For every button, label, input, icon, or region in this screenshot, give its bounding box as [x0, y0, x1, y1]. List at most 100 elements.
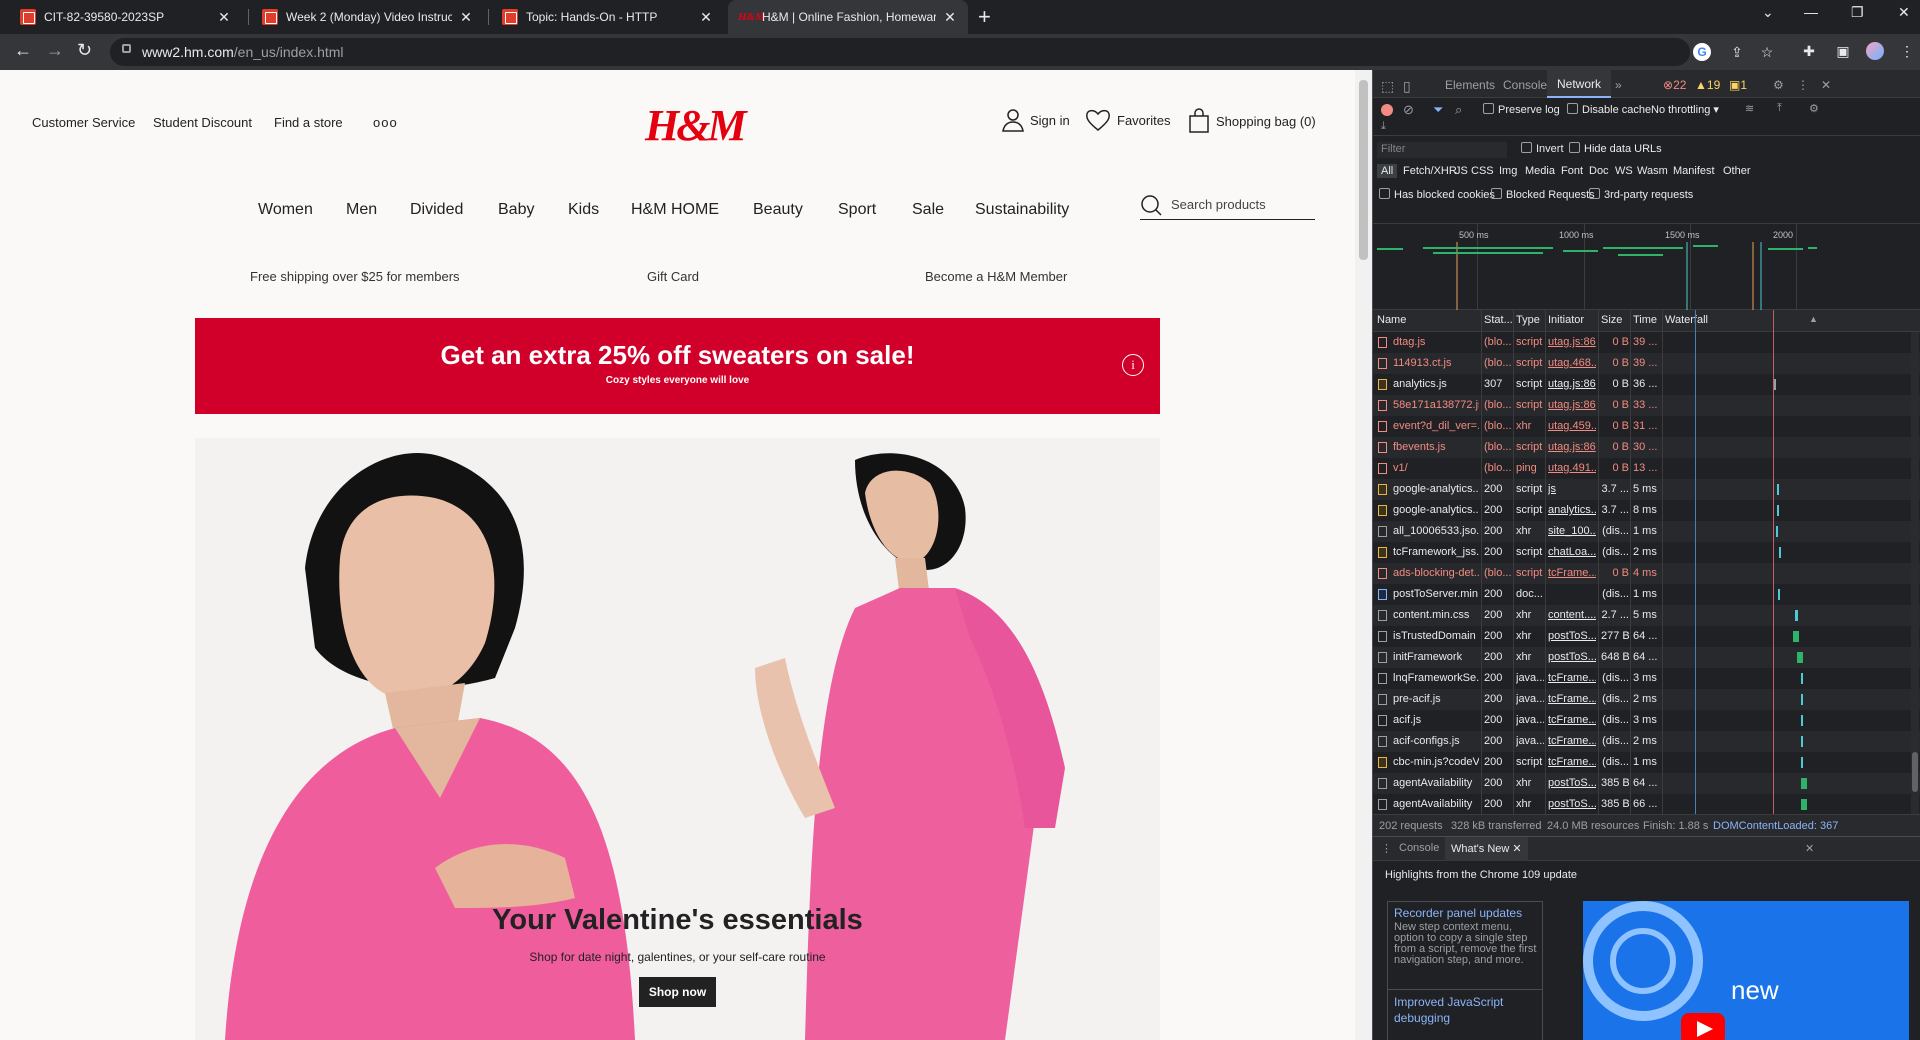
search-products-field[interactable]: Search products: [1140, 192, 1315, 220]
close-tab-icon[interactable]: ✕: [458, 9, 474, 26]
table-row[interactable]: acif-configs.js 200 java... tcFrame... (dis.…: [1373, 731, 1920, 752]
filter-media[interactable]: Media: [1525, 165, 1555, 177]
favorites-link[interactable]: Favorites: [1085, 108, 1170, 132]
close-window-icon[interactable]: ✕: [1898, 4, 1910, 21]
find-store-link[interactable]: Find a store: [274, 115, 343, 130]
import-har-icon[interactable]: ⤒: [1777, 102, 1782, 115]
settings-icon[interactable]: ⚙: [1773, 78, 1784, 92]
request-initiator[interactable]: utag.js:86: [1548, 336, 1596, 348]
page-scrollbar[interactable]: [1355, 70, 1372, 1040]
table-row[interactable]: agentAvailability 200 xhr postToS... 385 B 66…: [1373, 794, 1920, 815]
minimize-icon[interactable]: —: [1804, 4, 1818, 20]
request-name[interactable]: pre-acif.js: [1393, 693, 1479, 705]
request-initiator[interactable]: utag.js:86: [1548, 399, 1596, 411]
request-initiator[interactable]: tcFrame...: [1548, 672, 1596, 684]
reload-icon[interactable]: ↻: [77, 40, 92, 61]
back-icon[interactable]: ←: [14, 40, 32, 61]
request-initiator[interactable]: content....: [1548, 609, 1596, 621]
nav-divided[interactable]: Divided: [410, 201, 463, 219]
clear-icon[interactable]: ⊘: [1403, 102, 1414, 118]
browser-tab[interactable]: CIT-82-39580-2023SP ✕: [10, 0, 242, 34]
col-time[interactable]: Time: [1633, 314, 1657, 326]
table-row[interactable]: v1/ (blo... ping utag.491... 0 B 13 ...: [1373, 458, 1920, 479]
new-tab-button[interactable]: +: [978, 4, 991, 30]
disable-cache-checkbox[interactable]: Disable cache: [1567, 103, 1651, 116]
filter-doc[interactable]: Doc: [1589, 165, 1609, 177]
table-row[interactable]: cbc-min.js?codeV... 200 script tcFrame... (d…: [1373, 752, 1920, 773]
google-icon[interactable]: G: [1693, 43, 1711, 61]
filter-ws[interactable]: WS: [1615, 165, 1633, 177]
sort-asc-icon[interactable]: ▲: [1809, 314, 1818, 324]
table-row[interactable]: lnqFrameworkSe... 200 java... tcFrame... (di…: [1373, 668, 1920, 689]
request-initiator[interactable]: utag.459...: [1548, 420, 1596, 432]
feature-card-title[interactable]: Recorder panel updates: [1394, 906, 1522, 920]
request-name[interactable]: google-analytics....: [1393, 504, 1479, 516]
table-row[interactable]: google-analytics.... 200 script analytics..…: [1373, 500, 1920, 521]
device-toolbar-icon[interactable]: ▯: [1403, 78, 1411, 95]
tab-network[interactable]: Network: [1547, 70, 1612, 98]
tab-console[interactable]: Console: [1503, 78, 1547, 92]
col-name[interactable]: Name: [1377, 314, 1406, 326]
scrollbar-thumb[interactable]: [1359, 80, 1368, 260]
close-tab-icon[interactable]: ✕: [216, 9, 232, 26]
request-name[interactable]: isTrustedDomain: [1393, 630, 1479, 642]
request-initiator[interactable]: site_100...: [1548, 525, 1596, 537]
table-row[interactable]: tcFramework_jss... 200 script chatLoa... (di…: [1373, 542, 1920, 563]
whats-new-video-thumbnail[interactable]: new: [1583, 901, 1909, 1040]
filter-fetch-xhr[interactable]: Fetch/XHR: [1403, 165, 1457, 177]
table-row[interactable]: pre-acif.js 200 java... tcFrame... (dis... 2 …: [1373, 689, 1920, 710]
request-initiator[interactable]: analytics....: [1548, 504, 1596, 516]
nav-hm-home[interactable]: H&M HOME: [631, 201, 719, 219]
menu-icon[interactable]: ⋮: [1898, 42, 1916, 60]
table-scrollbar[interactable]: [1911, 332, 1919, 814]
request-initiator[interactable]: postToS...: [1548, 798, 1596, 810]
close-tab-icon[interactable]: ✕: [942, 9, 958, 26]
request-initiator[interactable]: chatLoa...: [1548, 546, 1596, 558]
preserve-log-checkbox[interactable]: Preserve log: [1483, 103, 1560, 116]
table-row[interactable]: fbevents.js (blo... script utag.js:86 0 B 30 …: [1373, 437, 1920, 458]
request-name[interactable]: agentAvailability: [1393, 777, 1479, 789]
devtools-menu-icon[interactable]: ⋮: [1797, 78, 1809, 92]
network-conditions-icon[interactable]: ≋: [1745, 102, 1754, 115]
request-initiator[interactable]: utag.468...: [1548, 357, 1596, 369]
request-name[interactable]: tcFramework_jss...: [1393, 546, 1479, 558]
request-name[interactable]: 114913.ct.js: [1393, 357, 1479, 369]
request-initiator[interactable]: tcFrame...: [1548, 693, 1596, 705]
drawer-tab-whats-new[interactable]: What's New ✕: [1445, 837, 1528, 861]
search-icon[interactable]: ⌕: [1455, 102, 1462, 118]
col-initiator[interactable]: Initiator: [1548, 314, 1584, 326]
sign-in-link[interactable]: Sign in: [1002, 108, 1070, 132]
forward-icon[interactable]: →: [46, 40, 64, 61]
issues-count[interactable]: ▣1: [1729, 78, 1747, 92]
request-initiator[interactable]: postToS...: [1548, 777, 1596, 789]
hero-banner[interactable]: Your Valentine's essentials Shop for dat…: [195, 438, 1160, 1040]
third-party-requests-checkbox[interactable]: 3rd-party requests: [1589, 188, 1693, 201]
throttling-select[interactable]: No throttling ▾: [1651, 103, 1719, 116]
col-waterfall[interactable]: Waterfall: [1665, 314, 1708, 326]
more-links-icon[interactable]: ooo: [373, 115, 398, 130]
table-row[interactable]: all_10006533.jso... 200 xhr site_100... (dis…: [1373, 521, 1920, 542]
network-settings-icon[interactable]: ⚙: [1809, 102, 1819, 115]
tab-elements[interactable]: Elements: [1445, 78, 1495, 92]
request-initiator[interactable]: postToS...: [1548, 651, 1596, 663]
blocked-requests-checkbox[interactable]: Blocked Requests: [1491, 188, 1595, 201]
table-scrollbar-thumb[interactable]: [1912, 752, 1918, 792]
col-size[interactable]: Size: [1601, 314, 1622, 326]
nav-baby[interactable]: Baby: [498, 201, 534, 219]
table-row[interactable]: acif.js 200 java... tcFrame... (dis... 3 ms: [1373, 710, 1920, 731]
nav-sport[interactable]: Sport: [838, 201, 876, 219]
request-name[interactable]: agentAvailability: [1393, 798, 1479, 810]
request-name[interactable]: acif-configs.js: [1393, 735, 1479, 747]
request-initiator[interactable]: utag.js:86: [1548, 441, 1596, 453]
request-name[interactable]: content.min.css: [1393, 609, 1479, 621]
close-devtools-icon[interactable]: ✕: [1821, 78, 1831, 92]
filter-css[interactable]: CSS: [1471, 165, 1494, 177]
nav-women[interactable]: Women: [258, 201, 313, 219]
tab-search-icon[interactable]: ⌄: [1762, 4, 1774, 21]
maximize-icon[interactable]: ❐: [1851, 4, 1864, 21]
side-panel-icon[interactable]: ▣: [1834, 42, 1852, 60]
student-discount-link[interactable]: Student Discount: [153, 115, 252, 130]
filter-wasm[interactable]: Wasm: [1637, 165, 1668, 177]
table-row[interactable]: postToServer.min.... 200 doc... (dis... 1 ms: [1373, 584, 1920, 605]
table-row[interactable]: analytics.js 307 script utag.js:86 0 B 36 ...: [1373, 374, 1920, 395]
